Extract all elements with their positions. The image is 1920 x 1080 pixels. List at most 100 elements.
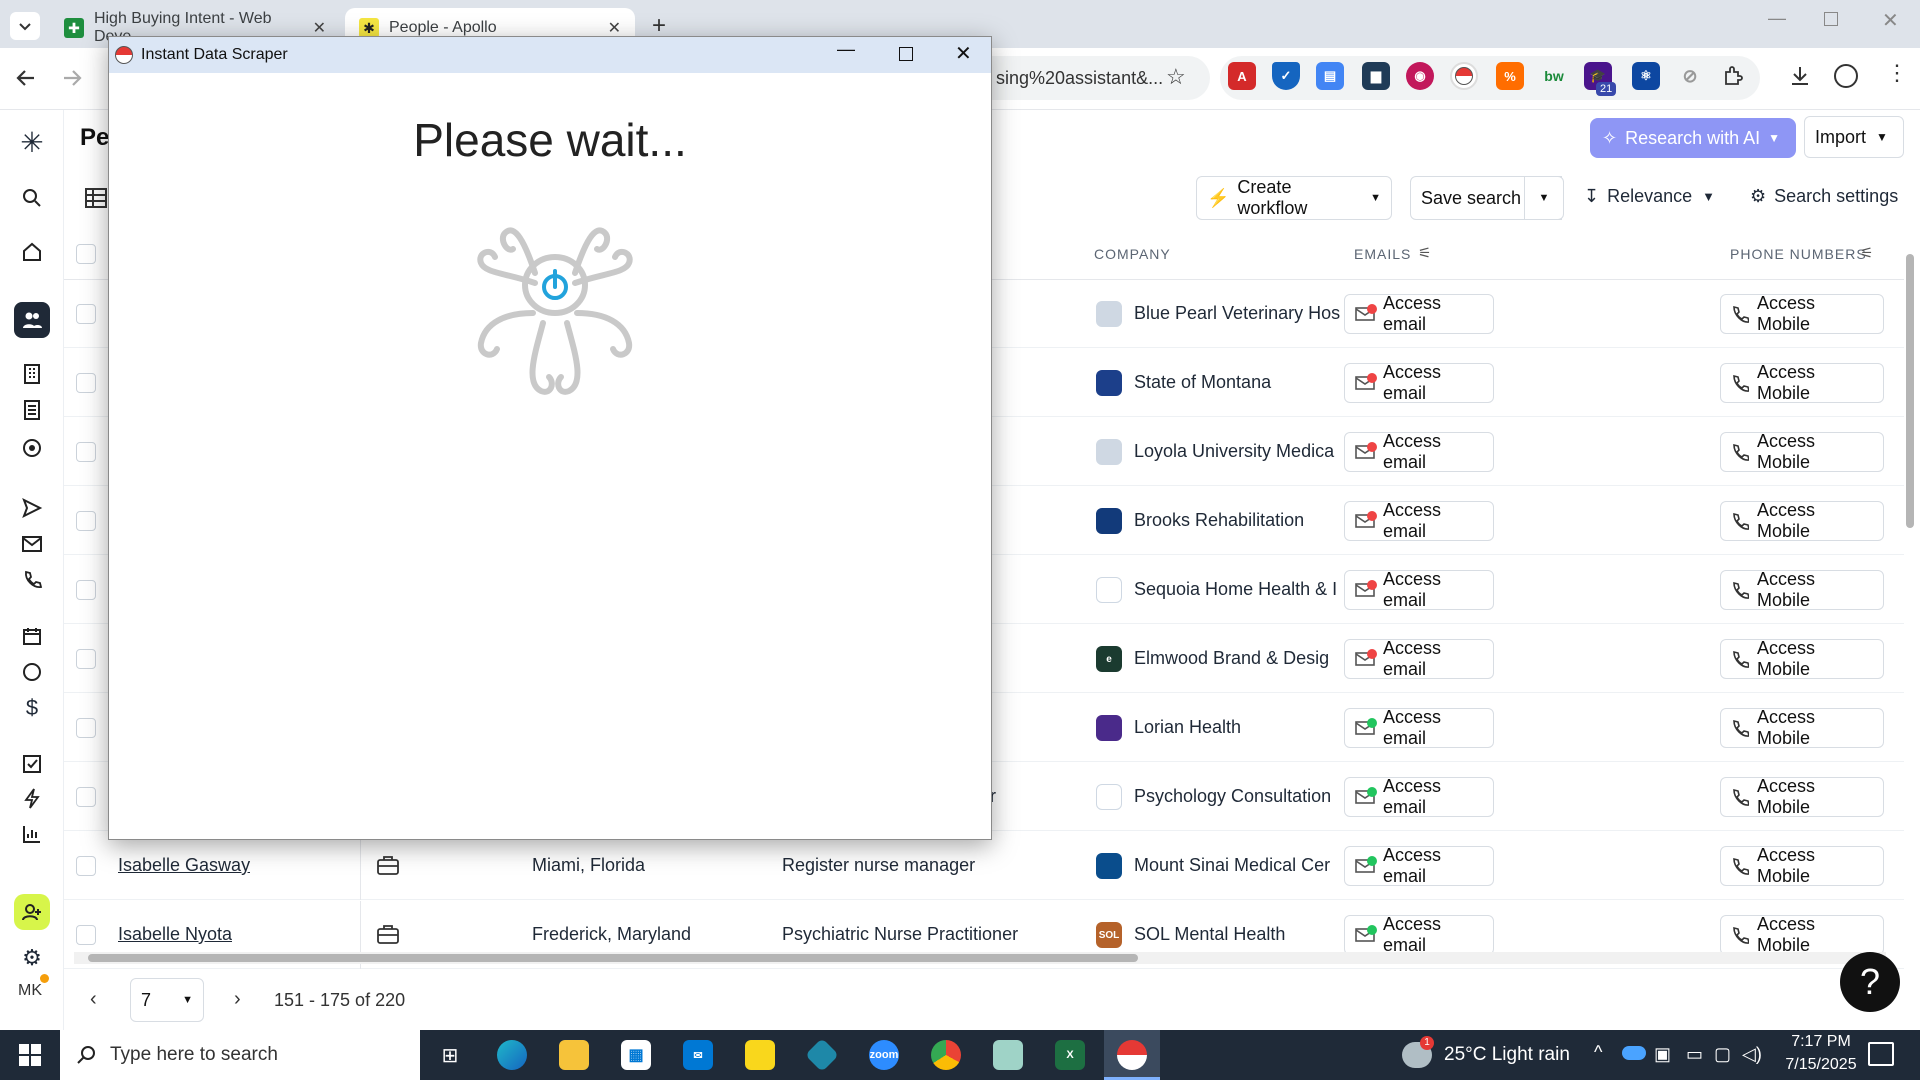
task-view-icon[interactable]: ⊞ (422, 1030, 478, 1080)
tab-search-button[interactable] (10, 12, 40, 40)
save-search-dropdown[interactable]: ▼ (1524, 176, 1564, 220)
windows-start-icon[interactable] (2, 1030, 58, 1080)
back-icon[interactable] (14, 66, 38, 90)
add-contact-icon[interactable] (14, 894, 50, 930)
access-mobile-button[interactable]: Access Mobile (1720, 776, 1884, 817)
profile-icon[interactable] (1834, 64, 1858, 88)
row-checkbox[interactable] (76, 580, 96, 600)
row-checkbox[interactable] (76, 304, 96, 324)
dollar-icon[interactable]: $ (14, 690, 50, 726)
close-icon[interactable]: ✕ (313, 18, 326, 38)
relevance-sort[interactable]: ↧ Relevance ▼ (1584, 186, 1715, 207)
mail-app-icon[interactable]: ✉ (670, 1030, 726, 1080)
avatar[interactable]: MK (18, 982, 42, 1000)
access-email-button[interactable]: Access email (1344, 431, 1494, 472)
send-icon[interactable] (14, 490, 50, 526)
search-settings-button[interactable]: ⚙ Search settings (1750, 186, 1898, 207)
sticky-notes-icon[interactable] (732, 1030, 788, 1080)
row-checkbox[interactable] (76, 649, 96, 669)
percent-extension-icon[interactable]: % (1496, 62, 1524, 90)
row-checkbox[interactable] (76, 856, 96, 876)
calendar-icon[interactable] (14, 618, 50, 654)
column-header-phone-numbers[interactable]: PHONE NUMBERS (1730, 246, 1867, 262)
edge-icon[interactable] (484, 1030, 540, 1080)
notifications-icon[interactable] (1868, 1042, 1894, 1066)
shield-extension-icon[interactable]: ✓ (1272, 62, 1300, 90)
access-mobile-button[interactable]: Access Mobile (1720, 914, 1884, 955)
scraper-extension-icon[interactable] (1450, 62, 1478, 90)
minimize-icon[interactable]: — (837, 39, 855, 60)
onedrive-icon[interactable] (1622, 1046, 1646, 1060)
access-mobile-button[interactable]: Access Mobile (1720, 362, 1884, 403)
chevron-up-icon[interactable]: ^ (1594, 1042, 1602, 1063)
access-email-button[interactable]: Access email (1344, 638, 1494, 679)
circle-extension-icon[interactable]: ◉ (1406, 62, 1434, 90)
row-checkbox[interactable] (76, 718, 96, 738)
store-icon[interactable]: ▦ (608, 1030, 664, 1080)
clock-time[interactable]: 7:17 PM (1780, 1033, 1862, 1051)
row-checkbox[interactable] (76, 373, 96, 393)
zoom-icon[interactable]: zoom (856, 1030, 912, 1080)
bw-extension-icon[interactable]: bw (1540, 62, 1568, 90)
access-mobile-button[interactable]: Access Mobile (1720, 638, 1884, 679)
filter-icon[interactable]: ⚟ (1860, 244, 1873, 262)
scraper-taskbar-icon[interactable] (1104, 1030, 1160, 1080)
maximize-icon[interactable] (899, 47, 913, 61)
row-checkbox[interactable] (76, 511, 96, 531)
settings-gear-icon[interactable]: ⚙ (14, 940, 50, 976)
row-checkbox[interactable] (76, 442, 96, 462)
intent-icon[interactable] (14, 430, 50, 466)
select-all-checkbox[interactable] (76, 244, 96, 264)
weather-text[interactable]: 25°C Light rain (1444, 1044, 1570, 1066)
close-window-icon[interactable]: ✕ (1882, 8, 1899, 33)
page-select[interactable]: 7 ▼ (130, 978, 204, 1022)
network-icon[interactable]: ▣ (1654, 1044, 1671, 1065)
chat-icon[interactable] (14, 654, 50, 690)
pdf-extension-icon[interactable]: A (1228, 62, 1256, 90)
home-icon[interactable] (14, 234, 50, 270)
column-header-company[interactable]: COMPANY (1094, 246, 1171, 262)
react-extension-icon[interactable]: ⚛ (1632, 62, 1660, 90)
vertical-scrollbar[interactable] (1904, 240, 1916, 940)
display-icon[interactable]: ▢ (1714, 1044, 1731, 1065)
help-button[interactable]: ? (1840, 952, 1900, 1012)
lists-icon[interactable] (14, 392, 50, 428)
access-email-button[interactable]: Access email (1344, 500, 1494, 541)
row-checkbox[interactable] (76, 787, 96, 807)
menu-dots-icon[interactable]: ⋮ (1886, 60, 1908, 86)
next-page-icon[interactable]: › (234, 988, 241, 1011)
access-email-button[interactable]: Access email (1344, 362, 1494, 403)
access-mobile-button[interactable]: Access Mobile (1720, 500, 1884, 541)
access-mobile-button[interactable]: Access Mobile (1720, 293, 1884, 334)
access-mobile-button[interactable]: Access Mobile (1720, 431, 1884, 472)
filter-icon[interactable]: ⚟ (1418, 244, 1431, 262)
file-explorer-icon[interactable] (546, 1030, 602, 1080)
battery-icon[interactable]: ▭ (1686, 1044, 1703, 1065)
tasks-icon[interactable] (14, 746, 50, 782)
folder-extension-icon[interactable]: ▆ (1362, 62, 1390, 90)
import-button[interactable]: Import ▼ (1804, 116, 1904, 158)
docs-extension-icon[interactable]: ▤ (1316, 62, 1344, 90)
access-email-button[interactable]: Access email (1344, 845, 1494, 886)
notepad-icon[interactable] (980, 1030, 1036, 1080)
access-email-button[interactable]: Access email (1344, 569, 1494, 610)
mail-icon[interactable] (14, 526, 50, 562)
access-email-button[interactable]: Access email (1344, 914, 1494, 955)
access-email-button[interactable]: Access email (1344, 776, 1494, 817)
lightning-icon[interactable] (14, 780, 50, 816)
row-checkbox[interactable] (76, 925, 96, 945)
person-name-link[interactable]: Isabelle Nyota (118, 924, 232, 945)
scrollbar-thumb[interactable] (88, 954, 1138, 962)
horizontal-scrollbar[interactable] (74, 952, 1886, 964)
person-name-link[interactable]: Isabelle Gasway (118, 855, 250, 876)
app-diamond-icon[interactable] (794, 1030, 850, 1080)
search-icon[interactable] (14, 180, 50, 216)
access-mobile-button[interactable]: Access Mobile (1720, 569, 1884, 610)
access-mobile-button[interactable]: Access Mobile (1720, 845, 1884, 886)
restore-icon[interactable] (1824, 12, 1838, 26)
create-workflow-button[interactable]: ⚡ Create workflow ▼ (1196, 176, 1392, 220)
minimize-icon[interactable]: — (1768, 8, 1786, 29)
access-email-button[interactable]: Access email (1344, 707, 1494, 748)
chrome-icon[interactable] (918, 1030, 974, 1080)
bookmark-star-icon[interactable]: ☆ (1166, 64, 1186, 90)
